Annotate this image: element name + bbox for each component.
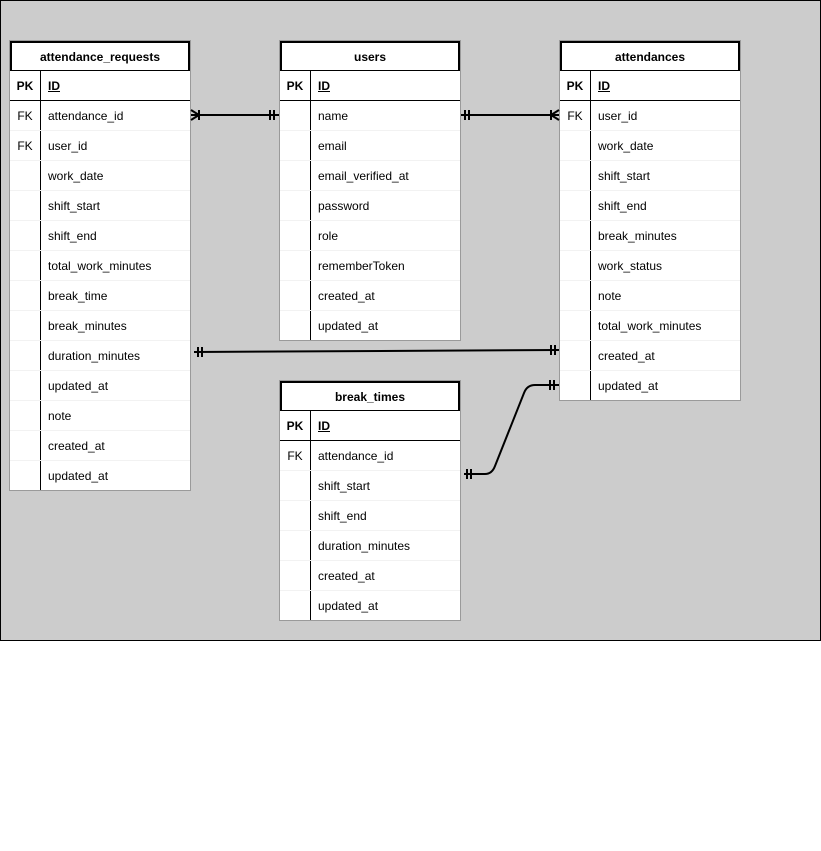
relationship-layer: [190, 109, 560, 479]
relationship-users-attendances[interactable]: [461, 109, 560, 121]
relationship-breaktimes-attendances[interactable]: [464, 380, 559, 479]
relationship-requests-users[interactable]: [190, 109, 279, 121]
relationship-requests-attendances[interactable]: [193, 345, 560, 357]
